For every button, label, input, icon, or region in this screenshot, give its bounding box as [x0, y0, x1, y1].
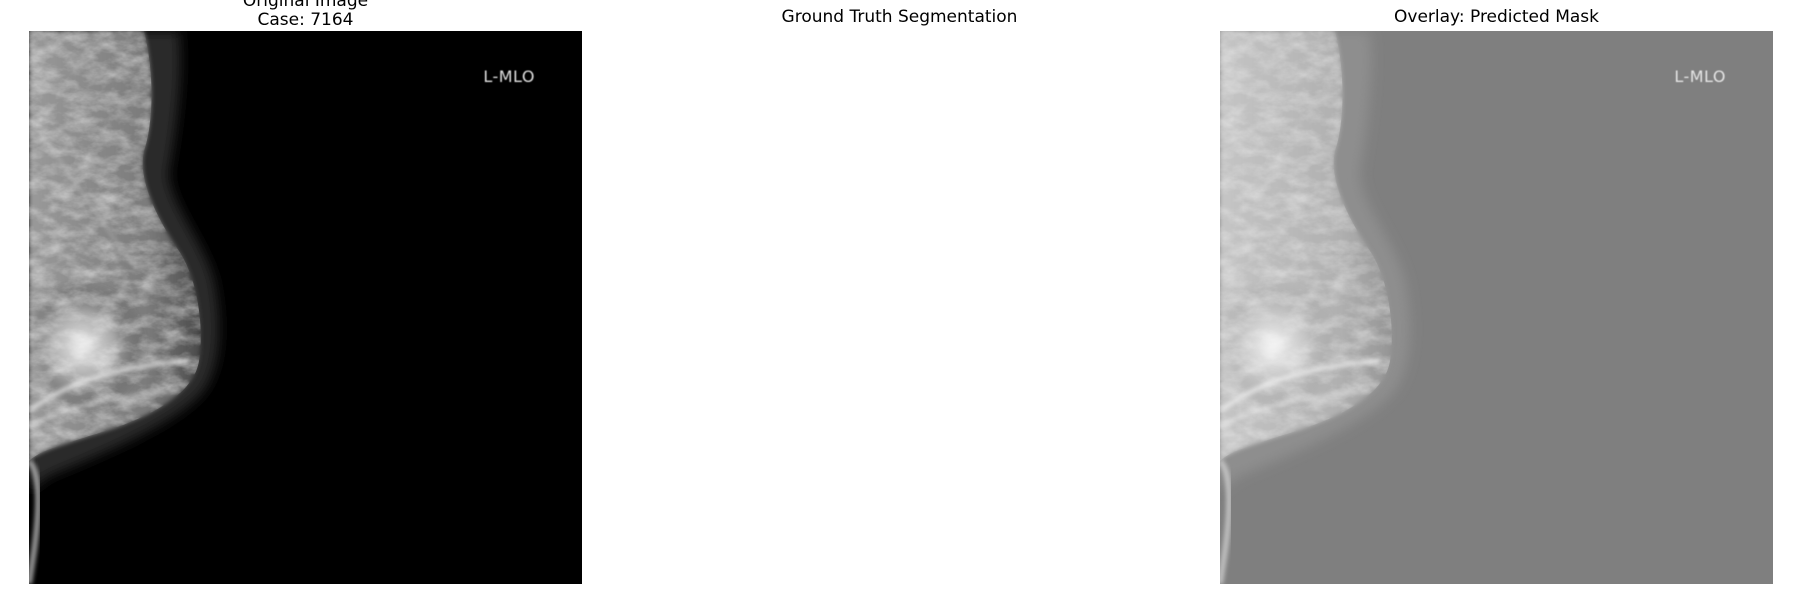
mammogram-image — [29, 31, 219, 584]
panel-title-overlay: Overlay: Predicted Mask — [1394, 7, 1599, 27]
title-original-line2: Case: 7164 — [257, 10, 354, 30]
figure: Original Image Case: 7164 L-MLO Ground T… — [0, 0, 1799, 599]
panel-title-ground-truth: Ground Truth Segmentation — [781, 7, 1018, 27]
overlay-panel: L-MLO — [1220, 31, 1773, 584]
overlay-view-label: L-MLO — [1674, 67, 1726, 86]
view-label: L-MLO — [483, 67, 535, 86]
ground-truth-panel — [623, 31, 1176, 584]
overlay-mammogram-image — [1220, 31, 1410, 584]
panel-title-original: Original Image Case: 7164 — [29, 0, 582, 30]
original-image-panel: L-MLO — [29, 31, 582, 584]
